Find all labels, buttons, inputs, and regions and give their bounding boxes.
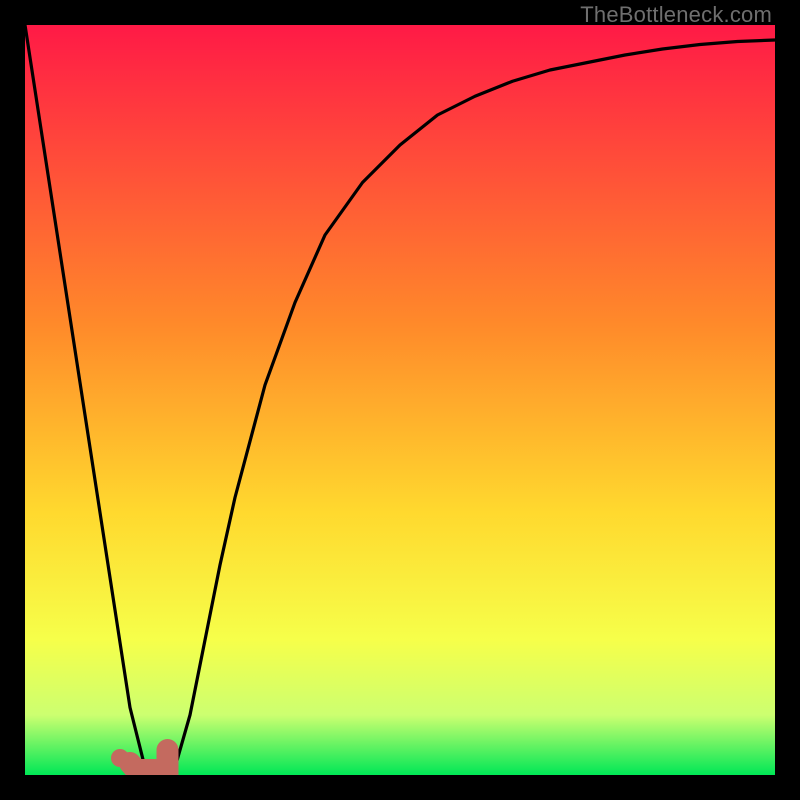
gradient-background (25, 25, 775, 775)
chart-frame (25, 25, 775, 775)
chart-canvas (25, 25, 775, 775)
minimum-dot (111, 749, 129, 767)
watermark-text: TheBottleneck.com (580, 2, 772, 28)
